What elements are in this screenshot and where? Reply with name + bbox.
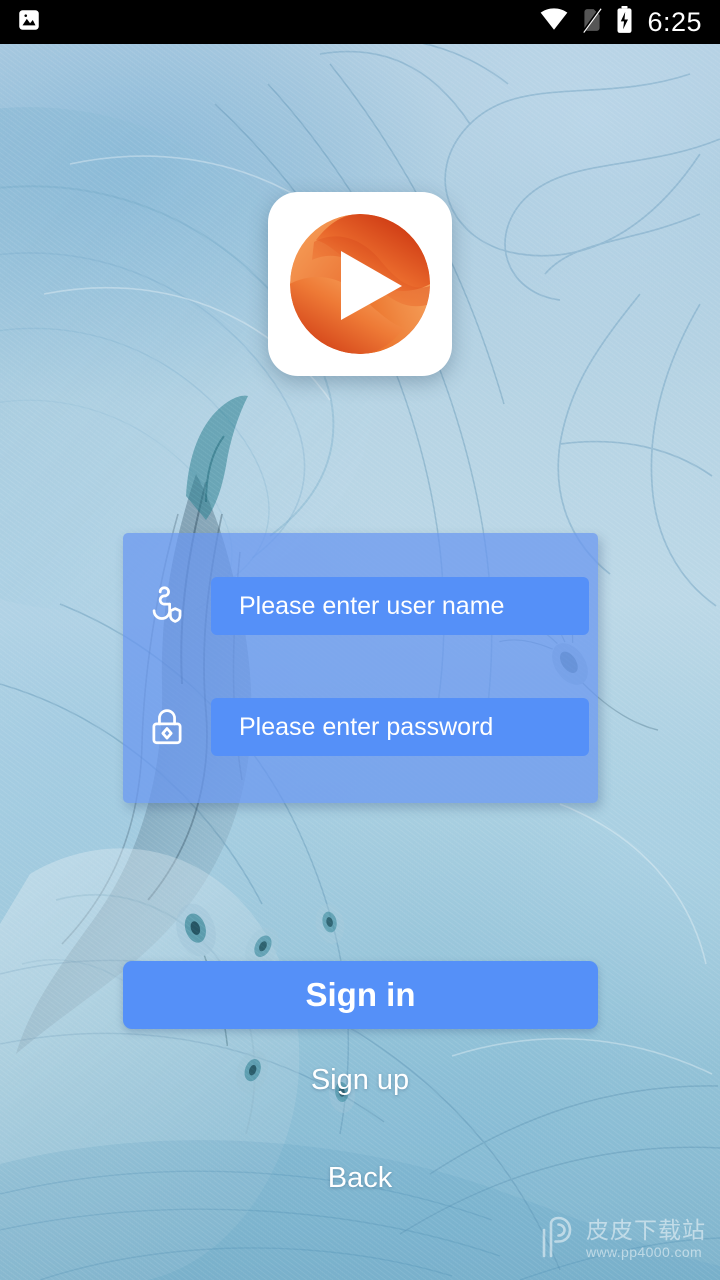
no-sim-card-icon <box>582 6 603 38</box>
status-bar-clock: 6:25 <box>647 6 702 37</box>
wifi-icon <box>540 7 568 37</box>
username-field-row <box>123 577 598 635</box>
password-field-row <box>123 698 598 756</box>
password-input[interactable] <box>211 698 589 756</box>
media-player-logo-icon <box>290 214 430 354</box>
sign-up-link[interactable]: Sign up <box>0 1064 720 1097</box>
status-bar: 6:25 <box>0 0 720 44</box>
sign-in-button[interactable]: Sign in <box>123 961 598 1029</box>
status-bar-right: 6:25 <box>540 5 720 39</box>
image-icon <box>16 7 42 38</box>
lock-icon <box>123 706 211 748</box>
login-form-panel <box>123 533 598 803</box>
phone-screen: 6:25 Please enter user name Sign in Sign… <box>0 0 720 1280</box>
status-bar-left <box>0 7 42 38</box>
username-input[interactable] <box>211 577 589 635</box>
app-logo <box>268 192 452 376</box>
back-link[interactable]: Back <box>0 1162 720 1195</box>
user-icon <box>123 585 211 627</box>
battery-charging-icon <box>616 5 633 39</box>
